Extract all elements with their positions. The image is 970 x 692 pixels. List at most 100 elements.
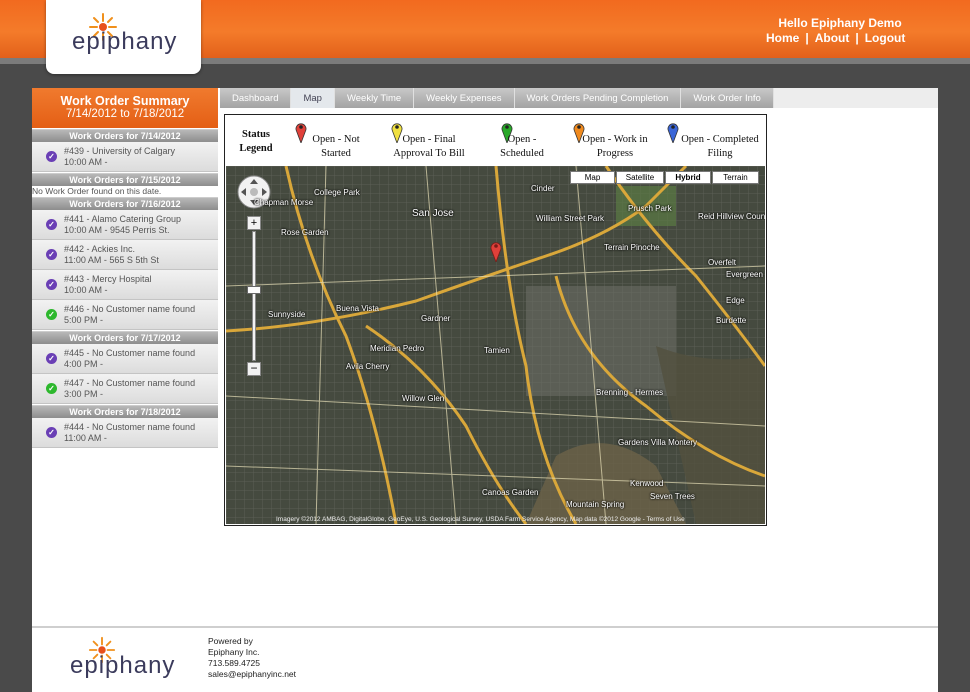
zoom-track bbox=[252, 231, 256, 361]
work-order-title: #444 - No Customer name found bbox=[64, 422, 196, 432]
legend-label-line1: Open - bbox=[507, 134, 537, 145]
work-order-time: 5:00 PM - bbox=[64, 315, 104, 325]
email-link[interactable]: sales@epiphanyinc.net bbox=[208, 669, 296, 680]
top-nav: Home | About | Logout bbox=[760, 31, 911, 45]
map-label: Evergreen bbox=[726, 270, 763, 279]
work-order-time: 4:00 PM - bbox=[64, 359, 104, 369]
check-icon: ✓ bbox=[46, 383, 57, 394]
map-label: Edge bbox=[726, 296, 745, 305]
check-icon: ✓ bbox=[46, 309, 57, 320]
map-panel: Status Legend Open - Not Started Open - Fi… bbox=[224, 114, 767, 526]
zoom-out-button[interactable]: − bbox=[247, 362, 261, 376]
legend-item: Open - Completed Filing bbox=[677, 133, 763, 161]
map-label: Brenning - Hermes bbox=[596, 388, 664, 397]
work-order-item[interactable]: ✓ #446 - No Customer name found 5:00 PM - bbox=[32, 300, 218, 330]
map-label: Cinder bbox=[531, 184, 555, 193]
day-groups: Work Orders for 7/14/2012 ✓ #439 - Univers… bbox=[32, 129, 218, 448]
work-order-marker-icon[interactable] bbox=[490, 240, 502, 262]
tab-pending-completion[interactable]: Work Orders Pending Completion bbox=[514, 88, 682, 108]
legend-title: Status Legend bbox=[239, 129, 273, 154]
user-greeting: Hello Epiphany Demo bbox=[778, 16, 902, 30]
map-type-hybrid[interactable]: Hybrid bbox=[665, 171, 711, 184]
zoom-slider[interactable]: + − bbox=[247, 216, 261, 376]
legend-label-line2: Started bbox=[321, 148, 351, 159]
work-order-time: 10:00 AM - bbox=[64, 157, 108, 167]
zoom-handle[interactable] bbox=[247, 286, 261, 294]
map-label: Buena Vista bbox=[336, 304, 379, 313]
work-order-item[interactable]: ✓ #445 - No Customer name found 4:00 PM - bbox=[32, 344, 218, 374]
logo-wordmark: epiphany bbox=[72, 28, 178, 55]
day-header: Work Orders for 7/14/2012 bbox=[32, 129, 218, 142]
map-label: Seven Trees bbox=[650, 492, 695, 501]
map-label: Prusch Park bbox=[628, 204, 672, 213]
check-icon: ✓ bbox=[46, 219, 57, 230]
empty-day-message: No Work Order found on this date. bbox=[32, 186, 162, 196]
logo[interactable]: epiphany bbox=[46, 0, 201, 74]
map-view[interactable]: + − Map Satellite Hybrid Terrain San Jos… bbox=[226, 166, 765, 524]
legend-label-line2: Progress bbox=[596, 148, 634, 159]
map-label: Meridian Pedro bbox=[370, 344, 425, 353]
map-label: Mountain Spring bbox=[566, 500, 625, 509]
tab-work-order-info[interactable]: Work Order Info bbox=[681, 88, 774, 108]
day-header: Work Orders for 7/18/2012 bbox=[32, 405, 218, 418]
work-order-title: #441 - Alamo Catering Group bbox=[64, 214, 182, 224]
legend-label-line2: Filing bbox=[707, 148, 733, 159]
work-order-title: #442 - Ackies Inc. bbox=[64, 244, 136, 254]
map-label: Gardens Villa Montery bbox=[618, 438, 697, 447]
tab-weekly-expenses[interactable]: Weekly Expenses bbox=[414, 88, 515, 108]
map-type-terrain[interactable]: Terrain bbox=[712, 171, 759, 184]
company-name: Epiphany Inc. bbox=[208, 647, 260, 657]
map-label: Willow Glen bbox=[402, 394, 445, 403]
work-order-item[interactable]: ✓ #441 - Alamo Catering Group 10:00 AM - 9… bbox=[32, 210, 218, 240]
map-label: San Jose bbox=[412, 208, 454, 219]
work-order-item[interactable]: ✓ #444 - No Customer name found 11:00 AM - bbox=[32, 418, 218, 448]
map-type-satellite[interactable]: Satellite bbox=[616, 171, 664, 184]
check-icon: ✓ bbox=[46, 353, 57, 364]
tab-weekly-time[interactable]: Weekly Time bbox=[334, 88, 415, 108]
map-label: Tamien bbox=[484, 346, 510, 355]
work-order-time: 11:00 AM - 565 S 5th St bbox=[64, 255, 159, 265]
work-order-item[interactable]: ✓ #442 - Ackies Inc. 11:00 AM - 565 S 5th … bbox=[32, 240, 218, 270]
work-order-item[interactable]: ✓ #443 - Mercy Hospital 10:00 AM - bbox=[32, 270, 218, 300]
summary-header: Work Order Summary 7/14/2012 to 7/18/201… bbox=[32, 88, 218, 128]
legend-label-line2: Scheduled bbox=[500, 148, 544, 159]
legend-label-line2: Approval To Bill bbox=[393, 148, 465, 159]
work-order-time: 10:00 AM - 9545 Perris St. bbox=[64, 225, 170, 235]
legend-label-line1: Open - Completed bbox=[681, 134, 759, 145]
tab-dashboard[interactable]: Dashboard bbox=[220, 88, 292, 108]
day-header: Work Orders for 7/15/2012 bbox=[32, 173, 218, 186]
legend-item: Open - Not Started bbox=[309, 133, 363, 161]
tab-bar: Dashboard Map Weekly Time Weekly Expense… bbox=[220, 88, 938, 108]
map-label: Gardner bbox=[421, 314, 451, 323]
legend-item: Open - Scheduled bbox=[497, 133, 547, 161]
check-icon: ✓ bbox=[46, 427, 57, 438]
legend-item: Open - Final Approval To Bill bbox=[389, 133, 469, 161]
phone-number: 713.589.4725 bbox=[208, 658, 260, 668]
footer-logo: epiphany bbox=[68, 634, 178, 686]
map-type-map[interactable]: Map bbox=[570, 171, 615, 184]
logout-link[interactable]: Logout bbox=[859, 31, 912, 45]
check-icon: ✓ bbox=[46, 249, 57, 260]
legend-item: Open - Work in Progress bbox=[571, 133, 659, 161]
work-order-sidebar: Work Order Summary 7/14/2012 to 7/18/201… bbox=[32, 88, 218, 448]
day-header: Work Orders for 7/16/2012 bbox=[32, 197, 218, 210]
check-icon: ✓ bbox=[46, 151, 57, 162]
map-label: Kenwood bbox=[630, 479, 664, 488]
home-link[interactable]: Home bbox=[760, 31, 805, 45]
footer-contact: Powered by Epiphany Inc. 713.589.4725 sa… bbox=[208, 636, 296, 680]
about-link[interactable]: About bbox=[809, 31, 856, 45]
tab-map[interactable]: Map bbox=[291, 88, 335, 108]
status-legend: Status Legend Open - Not Started Open - Fi… bbox=[225, 115, 766, 167]
work-order-time: 11:00 AM - bbox=[64, 433, 107, 443]
work-order-title: #439 - University of Calgary bbox=[64, 146, 176, 156]
map-label: Rose Garden bbox=[281, 228, 329, 237]
work-order-item[interactable]: ✓ #439 - University of Calgary 10:00 AM - bbox=[32, 142, 218, 172]
zoom-in-button[interactable]: + bbox=[247, 216, 261, 230]
summary-title: Work Order Summary bbox=[60, 94, 190, 108]
footer: epiphany bbox=[32, 628, 938, 692]
map-label: Sunnyside bbox=[268, 310, 306, 319]
work-order-title: #445 - No Customer name found bbox=[64, 348, 196, 358]
legend-label-line1: Open - Work in bbox=[582, 134, 648, 145]
work-order-item[interactable]: ✓ #447 - No Customer name found 3:00 PM - bbox=[32, 374, 218, 404]
legend-pin-icon bbox=[295, 123, 307, 143]
